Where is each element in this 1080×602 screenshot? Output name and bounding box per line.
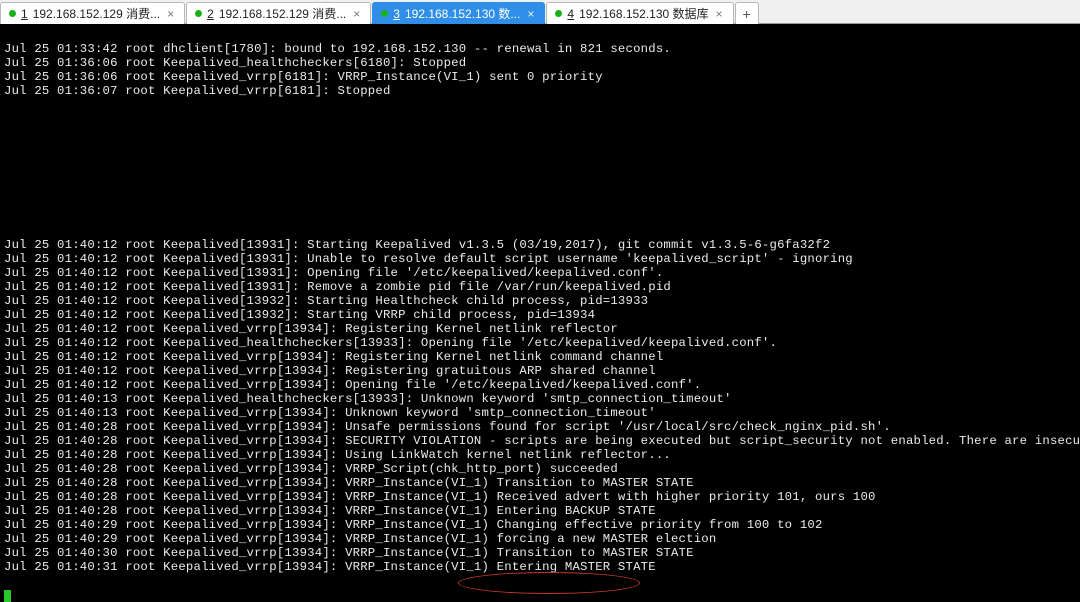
log-line: Jul 25 01:40:29 root Keepalived_vrrp[139… xyxy=(4,518,1078,532)
log-line: Jul 25 01:40:13 root Keepalived_healthch… xyxy=(4,392,1078,406)
tab-index: 2 xyxy=(207,7,214,21)
tab-1[interactable]: 1 192.168.152.129 消费... × xyxy=(0,2,185,24)
log-line: Jul 25 01:40:12 root Keepalived[13932]: … xyxy=(4,294,1078,308)
log-line: Jul 25 01:40:29 root Keepalived_vrrp[139… xyxy=(4,532,1078,546)
close-icon[interactable]: × xyxy=(165,7,176,21)
log-line: Jul 25 01:33:42 root dhclient[1780]: bou… xyxy=(4,42,1078,56)
tab-label: 192.168.152.130 数据库 xyxy=(579,5,708,22)
log-line: Jul 25 01:40:28 root Keepalived_vrrp[139… xyxy=(4,448,1078,462)
log-line: Jul 25 01:40:13 root Keepalived_vrrp[139… xyxy=(4,406,1078,420)
log-gap xyxy=(4,112,1078,224)
log-line: Jul 25 01:36:06 root Keepalived_healthch… xyxy=(4,56,1078,70)
log-line: Jul 25 01:40:12 root Keepalived_vrrp[139… xyxy=(4,378,1078,392)
status-dot-icon xyxy=(195,10,202,17)
tab-label: 192.168.152.129 消费... xyxy=(33,5,160,22)
log-line: Jul 25 01:36:07 root Keepalived_vrrp[618… xyxy=(4,84,1078,98)
log-line: Jul 25 01:40:28 root Keepalived_vrrp[139… xyxy=(4,504,1078,518)
log-line: Jul 25 01:36:06 root Keepalived_vrrp[618… xyxy=(4,70,1078,84)
log-line: Jul 25 01:40:12 root Keepalived[13931]: … xyxy=(4,252,1078,266)
highlight-annotation xyxy=(458,572,640,594)
close-icon[interactable]: × xyxy=(714,7,725,21)
log-line: Jul 25 01:40:28 root Keepalived_vrrp[139… xyxy=(4,420,1078,434)
close-icon[interactable]: × xyxy=(525,7,536,21)
close-icon[interactable]: × xyxy=(351,7,362,21)
log-line: Jul 25 01:40:28 root Keepalived_vrrp[139… xyxy=(4,462,1078,476)
tab-3[interactable]: 3 192.168.152.130 数... × xyxy=(372,2,545,24)
log-line: Jul 25 01:40:30 root Keepalived_vrrp[139… xyxy=(4,546,1078,560)
log-line: Jul 25 01:40:12 root Keepalived[13932]: … xyxy=(4,308,1078,322)
log-line: Jul 25 01:40:31 root Keepalived_vrrp[139… xyxy=(4,560,1078,574)
tab-index: 1 xyxy=(21,7,28,21)
terminal-cursor xyxy=(4,590,11,602)
tab-label: 192.168.152.129 消费... xyxy=(219,5,346,22)
status-dot-icon xyxy=(381,10,388,17)
status-dot-icon xyxy=(555,10,562,17)
log-line: Jul 25 01:40:28 root Keepalived_vrrp[139… xyxy=(4,490,1078,504)
status-dot-icon xyxy=(9,10,16,17)
tab-index: 3 xyxy=(393,7,400,21)
tab-label: 192.168.152.130 数... xyxy=(405,5,520,22)
log-block-2: Jul 25 01:40:12 root Keepalived[13931]: … xyxy=(4,238,1078,574)
plus-icon: + xyxy=(742,6,750,22)
log-line: Jul 25 01:40:12 root Keepalived[13931]: … xyxy=(4,238,1078,252)
tab-index: 4 xyxy=(567,7,574,21)
log-line: Jul 25 01:40:12 root Keepalived[13931]: … xyxy=(4,280,1078,294)
log-line: Jul 25 01:40:12 root Keepalived_healthch… xyxy=(4,336,1078,350)
tab-4[interactable]: 4 192.168.152.130 数据库 × xyxy=(546,2,733,24)
tab-2[interactable]: 2 192.168.152.129 消费... × xyxy=(186,2,371,24)
log-line: Jul 25 01:40:12 root Keepalived_vrrp[139… xyxy=(4,364,1078,378)
new-tab-button[interactable]: + xyxy=(735,2,759,24)
log-line: Jul 25 01:40:28 root Keepalived_vrrp[139… xyxy=(4,476,1078,490)
terminal-output[interactable]: Jul 25 01:33:42 root dhclient[1780]: bou… xyxy=(0,24,1080,602)
log-line: Jul 25 01:40:28 root Keepalived_vrrp[139… xyxy=(4,434,1078,448)
log-line: Jul 25 01:40:12 root Keepalived_vrrp[139… xyxy=(4,322,1078,336)
log-line: Jul 25 01:40:12 root Keepalived[13931]: … xyxy=(4,266,1078,280)
log-block-1: Jul 25 01:33:42 root dhclient[1780]: bou… xyxy=(4,42,1078,98)
tab-bar: 1 192.168.152.129 消费... × 2 192.168.152.… xyxy=(0,0,1080,24)
log-line: Jul 25 01:40:12 root Keepalived_vrrp[139… xyxy=(4,350,1078,364)
